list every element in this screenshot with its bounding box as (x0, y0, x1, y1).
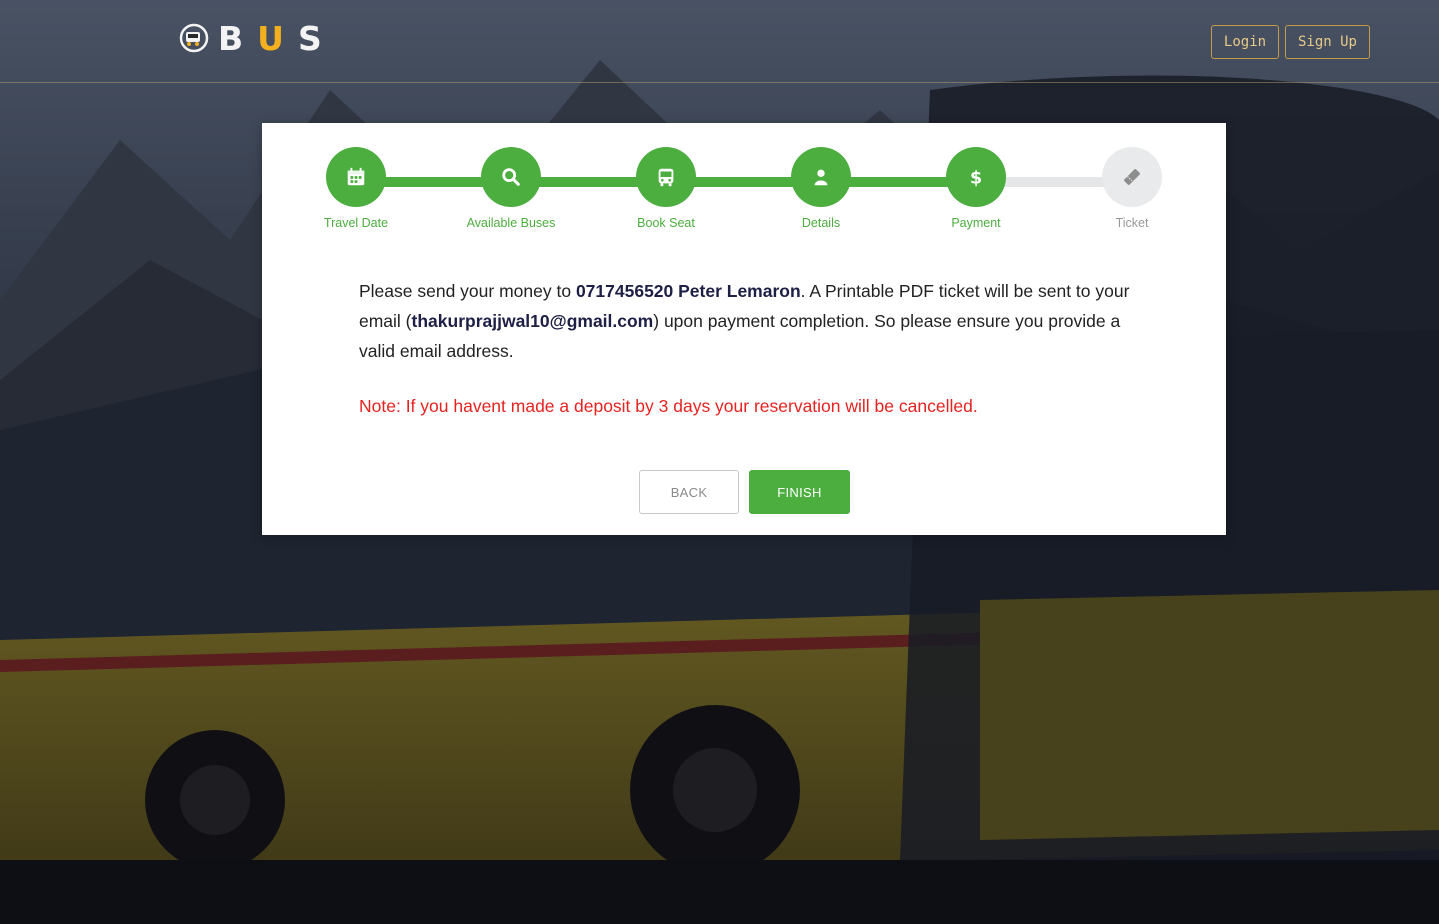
step-label: Book Seat (637, 216, 695, 230)
step-label: Ticket (1115, 216, 1149, 230)
ticket-icon (1124, 169, 1140, 185)
user-icon (814, 169, 828, 186)
top-navbar: BUS Login Sign Up (0, 0, 1439, 83)
payment-instructions: Please send your money to 0717456520 Pet… (359, 281, 1130, 361)
search-icon (502, 168, 520, 186)
step-details[interactable]: Details (751, 151, 891, 230)
login-button[interactable]: Login (1211, 25, 1279, 59)
step-available-buses[interactable]: Available Buses (441, 151, 581, 230)
brand-name: BUS (218, 18, 336, 58)
step-ticket[interactable]: Ticket (1062, 151, 1202, 230)
progress-stepper: Travel Date Available Buses Book Seat De… (262, 151, 1226, 241)
payee-details: 0717456520 Peter Lemaron (575, 281, 801, 301)
step-payment[interactable]: $ Payment (906, 151, 1046, 230)
signup-button[interactable]: Sign Up (1285, 25, 1370, 59)
booking-wizard-card: Travel Date Available Buses Book Seat De… (262, 123, 1226, 535)
step-travel-date[interactable]: Travel Date (286, 151, 426, 230)
step-label: Payment (951, 216, 1001, 230)
finish-button[interactable]: FINISH (749, 470, 850, 514)
step-book-seat[interactable]: Book Seat (596, 151, 736, 230)
svg-text:$: $ (970, 168, 982, 188)
step-label: Details (801, 216, 841, 230)
bus-icon (658, 168, 674, 187)
cancellation-note: Note: If you havent made a deposit by 3 … (359, 396, 978, 416)
dollar-icon: $ (970, 168, 982, 188)
bus-logo-icon (179, 23, 209, 53)
step-label: Travel Date (323, 216, 389, 230)
user-email: thakurprajjwal10@gmail.com (411, 311, 654, 331)
step-label: Available Buses (466, 216, 556, 230)
back-button[interactable]: BACK (639, 470, 739, 514)
brand-logo[interactable]: BUS (176, 18, 336, 58)
calendar-icon (347, 167, 365, 186)
